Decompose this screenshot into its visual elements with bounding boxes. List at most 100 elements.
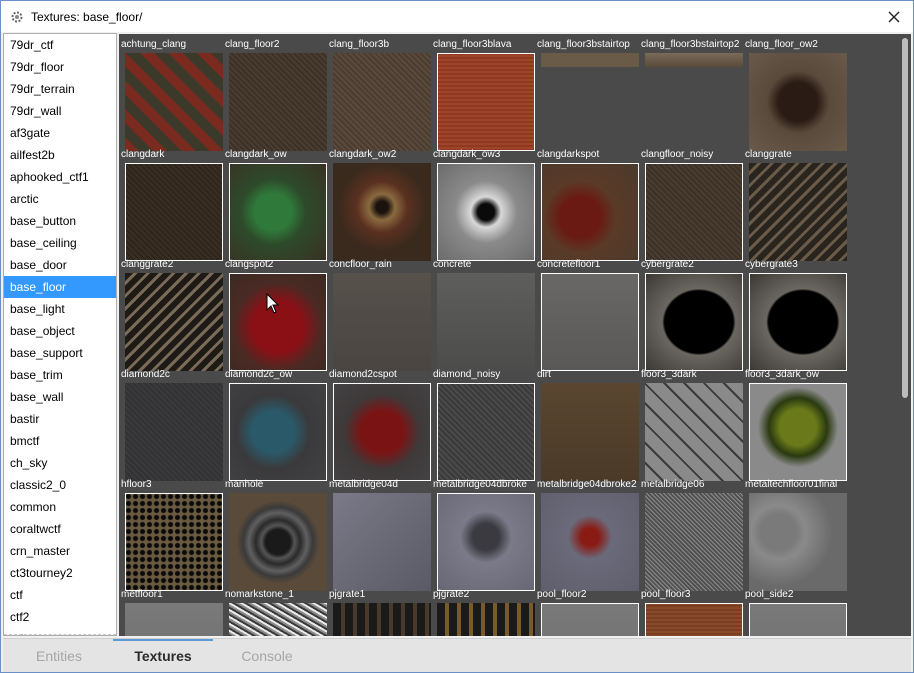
texture-thumbnail[interactable]: [645, 163, 743, 261]
texture-thumbnail[interactable]: [749, 163, 847, 261]
texture-thumbnail[interactable]: [437, 603, 535, 636]
texture-tile[interactable]: hfloor3: [119, 477, 223, 591]
texture-tile[interactable]: clangdark_ow2: [327, 147, 431, 261]
folder-list-item[interactable]: base_button: [4, 210, 116, 232]
tab-entities[interactable]: Entities: [3, 639, 115, 672]
texture-thumbnail[interactable]: [645, 273, 743, 371]
texture-thumbnail[interactable]: [333, 383, 431, 481]
texture-thumbnail[interactable]: [125, 53, 223, 151]
texture-tile[interactable]: clanggrate: [743, 147, 847, 261]
texture-grid-scrollbar[interactable]: [899, 34, 911, 636]
texture-thumbnail[interactable]: [333, 493, 431, 591]
folder-list-item[interactable]: base_floor: [4, 276, 116, 298]
texture-tile[interactable]: diamond2c_ow: [223, 367, 327, 481]
texture-tile[interactable]: achtung_clang: [119, 37, 223, 151]
texture-thumbnail[interactable]: [229, 53, 327, 151]
texture-thumbnail[interactable]: [749, 383, 847, 481]
folder-list-item[interactable]: ch_sky: [4, 452, 116, 474]
texture-thumbnail[interactable]: [437, 53, 535, 151]
texture-tile[interactable]: clang_floor3bstairtop: [535, 37, 639, 147]
texture-thumbnail[interactable]: [229, 273, 327, 371]
texture-thumbnail[interactable]: [229, 493, 327, 591]
texture-thumbnail[interactable]: [541, 493, 639, 591]
folder-list-item[interactable]: 79dr_terrain: [4, 78, 116, 100]
folder-list-item[interactable]: base_light: [4, 298, 116, 320]
folder-list-item[interactable]: aphooked_ctf1: [4, 166, 116, 188]
texture-thumbnail[interactable]: [541, 273, 639, 371]
texture-thumbnail[interactable]: [541, 163, 639, 261]
folder-list-item[interactable]: base_ceiling: [4, 232, 116, 254]
texture-tile[interactable]: diamond_noisy: [431, 367, 535, 481]
texture-tile[interactable]: cybergrate3: [743, 257, 847, 371]
texture-tile[interactable]: concfloor_rain: [327, 257, 431, 371]
texture-tile[interactable]: metalbridge04dbroke2: [535, 477, 639, 591]
texture-tile[interactable]: diamond2c: [119, 367, 223, 481]
texture-tile[interactable]: metaltechfloor01final: [743, 477, 847, 591]
folder-list-item[interactable]: ailfest2b: [4, 144, 116, 166]
texture-tile[interactable]: pool_floor3: [639, 587, 743, 636]
folder-list-item[interactable]: af3gate: [4, 122, 116, 144]
folder-list-item[interactable]: bmctf: [4, 430, 116, 452]
folder-list-item[interactable]: base_support: [4, 342, 116, 364]
texture-tile[interactable]: metalbridge04dbroke: [431, 477, 535, 591]
folder-list-item[interactable]: 79dr_wall: [4, 100, 116, 122]
texture-thumbnail[interactable]: [333, 603, 431, 636]
texture-thumbnail[interactable]: [125, 383, 223, 481]
texture-thumbnail[interactable]: [333, 53, 431, 151]
folder-list-item[interactable]: crn_master: [4, 540, 116, 562]
folder-list-item[interactable]: base_object: [4, 320, 116, 342]
texture-grid[interactable]: achtung_clang clang_floor2 clang_floor3b cl…: [119, 34, 899, 636]
texture-tile[interactable]: clang_floor_ow2: [743, 37, 847, 151]
texture-tile[interactable]: diamond2cspot: [327, 367, 431, 481]
texture-tile[interactable]: clangdarkspot: [535, 147, 639, 261]
texture-tile[interactable]: clangfloor_noisy: [639, 147, 743, 261]
texture-tile[interactable]: metalbridge04d: [327, 477, 431, 591]
scrollbar-thumb[interactable]: [902, 38, 908, 398]
texture-tile[interactable]: clang_floor3bstairtop2: [639, 37, 743, 147]
texture-thumbnail[interactable]: [749, 53, 847, 151]
texture-tile[interactable]: dirt: [535, 367, 639, 481]
texture-thumbnail[interactable]: [645, 383, 743, 481]
texture-thumbnail[interactable]: [437, 163, 535, 261]
texture-thumbnail[interactable]: [749, 603, 847, 636]
texture-tile[interactable]: pool_floor2: [535, 587, 639, 636]
texture-tile[interactable]: metfloor1: [119, 587, 223, 636]
texture-tile[interactable]: clangspot2: [223, 257, 327, 371]
folder-list-item[interactable]: arctic: [4, 188, 116, 210]
texture-thumbnail[interactable]: [749, 493, 847, 591]
texture-tile[interactable]: nomarkstone_1: [223, 587, 327, 636]
texture-thumbnail[interactable]: [229, 603, 327, 636]
texture-thumbnail[interactable]: [645, 493, 743, 591]
folder-list-item[interactable]: classic2_0: [4, 474, 116, 496]
texture-tile[interactable]: pool_side2: [743, 587, 847, 636]
texture-thumbnail[interactable]: [437, 493, 535, 591]
texture-thumbnail[interactable]: [645, 53, 743, 67]
texture-thumbnail[interactable]: [333, 273, 431, 371]
folder-list-item[interactable]: ct3tourney2: [4, 562, 116, 584]
texture-thumbnail[interactable]: [125, 273, 223, 371]
texture-tile[interactable]: metalbridge06: [639, 477, 743, 591]
tab-console[interactable]: Console: [213, 639, 321, 672]
folder-list-item[interactable]: 79dr_floor: [4, 56, 116, 78]
texture-tile[interactable]: clang_floor2: [223, 37, 327, 151]
texture-tile[interactable]: clangdark_ow: [223, 147, 327, 261]
texture-thumbnail[interactable]: [229, 163, 327, 261]
folder-list-item[interactable]: base_wall: [4, 386, 116, 408]
texture-thumbnail[interactable]: [541, 603, 639, 636]
folder-list-item[interactable]: 79dr_ctf: [4, 34, 116, 56]
texture-thumbnail[interactable]: [125, 603, 223, 636]
texture-tile[interactable]: clanggrate2: [119, 257, 223, 371]
texture-tile[interactable]: clang_floor3b: [327, 37, 431, 151]
texture-tile[interactable]: floor3_3dark: [639, 367, 743, 481]
texture-thumbnail[interactable]: [541, 53, 639, 67]
texture-tile[interactable]: manhole: [223, 477, 327, 591]
folder-list-item[interactable]: ctf: [4, 584, 116, 606]
texture-thumbnail[interactable]: [125, 163, 223, 261]
folder-list-item[interactable]: coraltwctf: [4, 518, 116, 540]
texture-tile[interactable]: pjgrate2: [431, 587, 535, 636]
texture-thumbnail[interactable]: [437, 273, 535, 371]
texture-tile[interactable]: concretefloor1: [535, 257, 639, 371]
texture-thumbnail[interactable]: [749, 273, 847, 371]
folder-list-item[interactable]: base_trim: [4, 364, 116, 386]
texture-folder-list[interactable]: 79dr_ctf 79dr_floor 79dr_terrain 79dr_wall a…: [3, 33, 117, 636]
